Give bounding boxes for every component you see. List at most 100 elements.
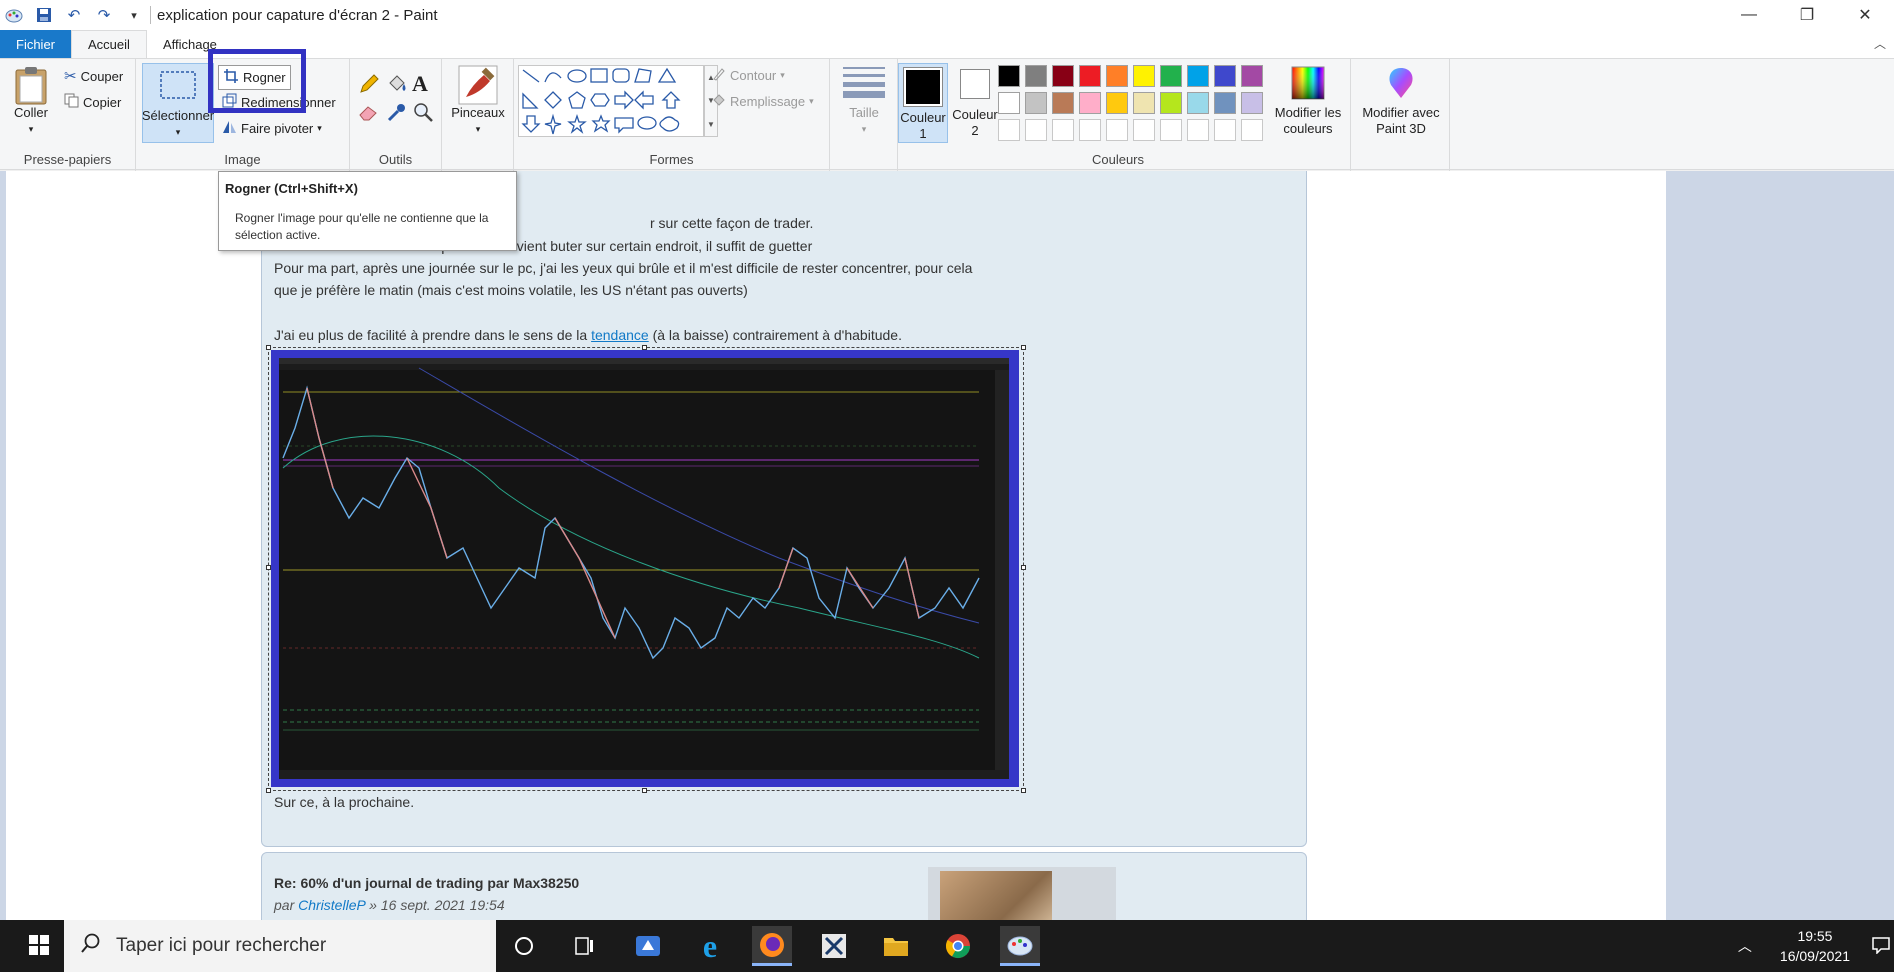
selection-handle[interactable] <box>266 565 271 570</box>
firefox-icon[interactable] <box>752 926 792 966</box>
custom-color-slot[interactable] <box>1025 119 1047 141</box>
group-shapes: ▲ ▼ ▼ Contour ▾ Remplissage ▾ Formes <box>514 59 830 171</box>
eraser-icon[interactable] <box>358 101 380 123</box>
internet-explorer-icon[interactable]: e <box>690 926 730 966</box>
color-swatch[interactable] <box>1079 65 1101 87</box>
custom-color-slot[interactable] <box>1052 119 1074 141</box>
color-swatch[interactable] <box>1133 92 1155 114</box>
selection-handle[interactable] <box>266 788 271 793</box>
paint-app-icon[interactable] <box>4 5 24 25</box>
color-swatch[interactable] <box>1052 65 1074 87</box>
reply-by: par <box>274 897 299 913</box>
post-line: Pour ma part, après une journée sur le p… <box>274 260 973 276</box>
search-icon <box>80 932 102 960</box>
reply-author-link[interactable]: ChristelleP <box>298 897 365 913</box>
custom-color-slot[interactable] <box>1133 119 1155 141</box>
trading-app-icon[interactable] <box>814 926 854 966</box>
redo-icon[interactable]: ↷ <box>94 5 114 25</box>
fill-button[interactable]: Remplissage ▾ <box>712 93 814 110</box>
undo-icon[interactable]: ↶ <box>64 5 84 25</box>
expand-gallery-icon[interactable]: ▼ <box>707 120 715 129</box>
taskbar-search[interactable]: Taper ici pour rechercher <box>64 920 496 972</box>
custom-color-slot[interactable] <box>1160 119 1182 141</box>
paint-taskbar-icon[interactable] <box>1000 926 1040 966</box>
custom-color-slot[interactable] <box>1106 119 1128 141</box>
close-button[interactable]: ✕ <box>1836 0 1894 30</box>
shapes-gallery[interactable] <box>518 65 704 137</box>
collapse-ribbon-icon[interactable]: ︿ <box>1874 35 1886 52</box>
color-swatch[interactable] <box>1106 65 1128 87</box>
image-group-label: Image <box>224 152 261 167</box>
selection-handle[interactable] <box>1021 345 1026 350</box>
selection-handle[interactable] <box>1021 788 1026 793</box>
outline-button[interactable]: Contour ▾ <box>712 67 785 84</box>
notifications-icon[interactable] <box>1872 936 1890 957</box>
reply-title[interactable]: Re: 60% d'un journal de trading par Max3… <box>274 875 579 891</box>
custom-color-slot[interactable] <box>1079 119 1101 141</box>
color-swatch[interactable] <box>1187 92 1209 114</box>
color-swatch[interactable] <box>1025 65 1047 87</box>
start-button[interactable] <box>14 920 64 972</box>
maximize-button[interactable]: ❐ <box>1778 0 1836 30</box>
chrome-icon[interactable] <box>938 926 978 966</box>
color-swatch[interactable] <box>1079 92 1101 114</box>
copy-button[interactable]: Copier <box>64 93 121 111</box>
selection-handle[interactable] <box>642 788 647 793</box>
custom-color-slot[interactable] <box>998 119 1020 141</box>
custom-color-slot[interactable] <box>1187 119 1209 141</box>
canvas-image[interactable]: r sur cette façon de trader. Même en 100… <box>6 171 1666 920</box>
paint3d-button[interactable]: Modifier avec Paint 3D <box>1355 65 1447 137</box>
color-swatch[interactable] <box>1106 92 1128 114</box>
color-swatch[interactable] <box>1241 92 1263 114</box>
text-tool-icon[interactable]: A <box>412 71 428 97</box>
selection-handle[interactable] <box>1021 565 1026 570</box>
network-monitor-app-icon[interactable] <box>628 926 668 966</box>
custom-color-slot[interactable] <box>1214 119 1236 141</box>
file-explorer-icon[interactable] <box>876 926 916 966</box>
edit-colors-button[interactable]: Modifier les couleurs <box>1268 65 1348 137</box>
magnifier-icon[interactable] <box>412 101 434 123</box>
color-swatch[interactable] <box>998 65 1020 87</box>
color-swatch[interactable] <box>1160 65 1182 87</box>
color2-button[interactable]: Couleur 2 <box>950 63 1000 139</box>
color-swatch[interactable] <box>1133 65 1155 87</box>
color-swatch[interactable] <box>1241 65 1263 87</box>
chevron-up-icon[interactable]: ︿ <box>1738 936 1752 956</box>
customize-toolbar-icon[interactable]: ▾ <box>124 5 144 25</box>
paste-button[interactable]: Coller ▾ <box>10 65 52 137</box>
brushes-button[interactable]: Pinceaux ▾ <box>446 65 510 137</box>
pencil-icon[interactable] <box>358 73 380 95</box>
tab-file[interactable]: Fichier <box>0 30 72 58</box>
color-swatch[interactable] <box>998 92 1020 114</box>
tab-home[interactable]: Accueil <box>71 30 147 58</box>
size-button[interactable]: Taille ▾ <box>838 65 890 137</box>
clock-date: 16/09/2021 <box>1779 948 1850 964</box>
color-swatch[interactable] <box>1052 92 1074 114</box>
rotate-button[interactable]: Faire pivoter ▾ <box>222 119 322 137</box>
canvas-workspace: r sur cette façon de trader. Même en 100… <box>0 171 1894 920</box>
fill-bucket-icon[interactable] <box>386 73 408 95</box>
color-swatch[interactable] <box>1214 65 1236 87</box>
save-icon[interactable] <box>34 5 54 25</box>
tendance-link[interactable]: tendance <box>591 327 649 343</box>
brushes-label: Pinceaux <box>451 105 505 120</box>
selection-handle[interactable] <box>266 345 271 350</box>
paint-window: ↶ ↷ ▾ explication pour capature d'écran … <box>0 0 1894 972</box>
taskbar-clock[interactable]: 19:55 16/09/2021 <box>1780 926 1850 966</box>
selection-rectangle[interactable] <box>266 345 1026 793</box>
color1-button[interactable]: Couleur 1 <box>898 63 948 143</box>
cortana-icon[interactable] <box>504 926 544 966</box>
custom-color-slot[interactable] <box>1241 119 1263 141</box>
minimize-button[interactable]: — <box>1720 0 1778 30</box>
select-button[interactable]: Sélectionner ▾ <box>142 63 214 143</box>
color-swatch[interactable] <box>1160 92 1182 114</box>
color-swatch[interactable] <box>1214 92 1236 114</box>
rotate-label: Faire pivoter <box>241 120 314 136</box>
color-swatch[interactable] <box>1187 65 1209 87</box>
selection-handle[interactable] <box>642 345 647 350</box>
cut-button[interactable]: ✂ Couper <box>64 67 123 85</box>
task-view-icon[interactable] <box>564 926 604 966</box>
color-swatch[interactable] <box>1025 92 1047 114</box>
color-wheel-icon <box>1290 65 1326 101</box>
color-picker-icon[interactable] <box>386 101 408 123</box>
